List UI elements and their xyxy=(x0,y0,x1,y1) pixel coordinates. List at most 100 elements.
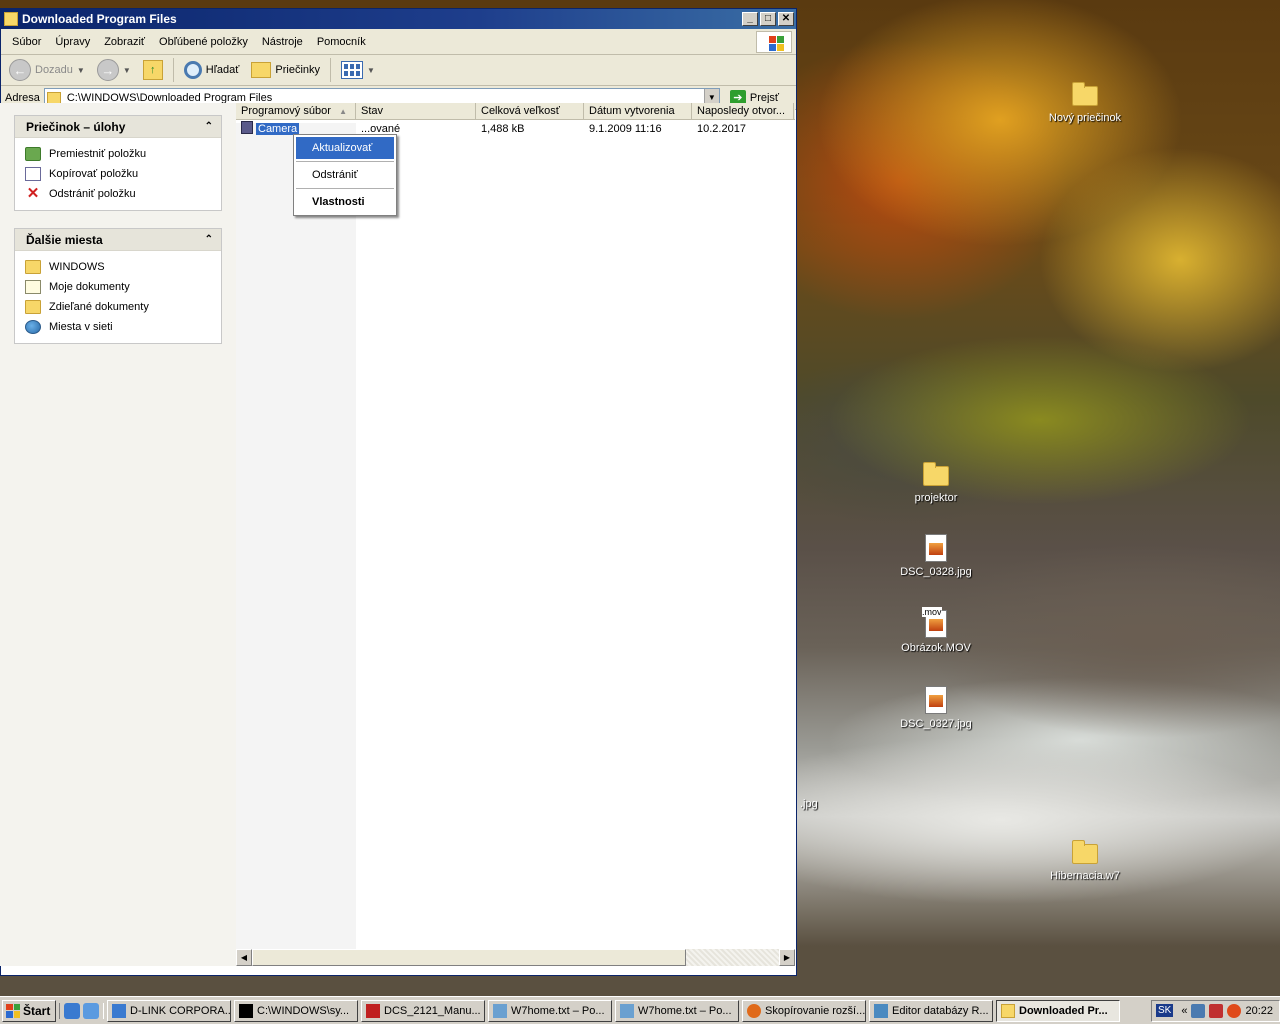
file-list[interactable]: Programový súbor ▲ Stav Celková veľkosť … xyxy=(236,103,795,966)
desktop-icon-partial-jpg[interactable]: .jpg xyxy=(800,798,820,810)
notepad-icon xyxy=(493,1003,507,1018)
language-indicator[interactable]: SK xyxy=(1156,1004,1174,1017)
taskbar-button-notepad-1[interactable]: W7home.txt – Po... xyxy=(488,999,612,1022)
folder-up-icon: ↑ xyxy=(142,60,163,80)
place-label: Zdieľané dokumenty xyxy=(49,301,149,313)
address-value: C:\WINDOWS\Downloaded Program Files xyxy=(66,91,273,104)
folders-button[interactable]: Priečinky xyxy=(247,60,324,80)
menu-tools[interactable]: Nástroje xyxy=(255,33,310,51)
desktop-icon-label: .jpg xyxy=(800,798,818,810)
context-menu-remove[interactable]: Odstrániť xyxy=(294,164,396,186)
menu-favorites[interactable]: Obľúbené položky xyxy=(152,33,255,51)
scrollbar-thumb[interactable] xyxy=(252,949,686,966)
column-last-opened[interactable]: Naposledy otvor... xyxy=(692,103,794,120)
back-button[interactable]: ← Dozadu ▼ xyxy=(5,57,89,83)
context-menu-properties[interactable]: Vlastnosti xyxy=(294,191,396,213)
desktop-icon-label: DSC_0328.jpg xyxy=(900,566,972,578)
chevron-down-icon[interactable]: ▼ xyxy=(77,66,85,75)
column-label: Naposledy otvor... xyxy=(697,105,786,117)
task-label: C:\WINDOWS\sy... xyxy=(257,1004,350,1017)
task-copy[interactable]: Kopírovať položku xyxy=(25,164,221,184)
alert-icon[interactable] xyxy=(1227,1003,1242,1018)
title-bar[interactable]: Downloaded Program Files _ □ ✕ xyxy=(1,9,796,29)
scroll-right-arrow-icon[interactable]: ▶ xyxy=(779,949,795,966)
folders-icon xyxy=(251,62,272,78)
folder-tasks-panel: Priečinok – úlohy ⌃ Premiestniť položku … xyxy=(14,115,222,211)
taskbar-button-notepad-2[interactable]: W7home.txt – Po... xyxy=(615,999,739,1022)
column-created[interactable]: Dátum vytvorenia xyxy=(584,103,692,120)
task-label: W7home.txt – Po... xyxy=(638,1004,732,1017)
collapse-chevron-icon[interactable]: ⌃ xyxy=(205,234,213,245)
desktop-icon-new-folder[interactable]: Nový priečinok xyxy=(1040,82,1130,124)
task-label: D-LINK CORPORA... xyxy=(130,1004,231,1017)
chevron-down-icon[interactable]: ▼ xyxy=(367,66,375,75)
menu-file[interactable]: Súbor xyxy=(5,33,48,51)
taskbar-button-downloaded-program-files[interactable]: Downloaded Pr... xyxy=(996,999,1120,1022)
show-desktop-icon[interactable] xyxy=(83,1002,99,1019)
column-size[interactable]: Celková veľkosť xyxy=(476,103,584,120)
desktop-icon-label: Obrázok.MOV xyxy=(901,642,971,654)
context-menu-update[interactable]: Aktualizovať xyxy=(296,137,394,159)
views-button[interactable]: ▼ xyxy=(337,59,379,81)
place-label: WINDOWS xyxy=(49,261,105,273)
cell-last-opened: 10.2.2017 xyxy=(697,123,746,135)
forward-button[interactable]: → ▼ xyxy=(93,57,135,83)
folder-icon xyxy=(1072,840,1098,864)
address-label: Adresa xyxy=(5,91,40,104)
sorted-column-background xyxy=(236,123,356,953)
folder-icon xyxy=(1001,1003,1015,1018)
task-delete[interactable]: ✕ Odstrániť položku xyxy=(25,184,221,204)
taskbar-button-regedit[interactable]: Editor databázy R... xyxy=(869,999,993,1022)
scrollbar-track[interactable] xyxy=(686,949,779,966)
security-shield-icon[interactable] xyxy=(1209,1003,1224,1018)
taskbar: Štart D-LINK CORPORA... C:\WINDOWS\sy...… xyxy=(0,996,1280,1024)
clock[interactable]: 20:22 xyxy=(1245,1005,1273,1017)
desktop-icon-dsc0328[interactable]: DSC_0328.jpg xyxy=(891,534,981,578)
search-button[interactable]: Hľadať xyxy=(180,59,244,81)
scroll-left-arrow-icon[interactable]: ◀ xyxy=(236,949,252,966)
taskbar-button-dlink[interactable]: D-LINK CORPORA... xyxy=(107,999,231,1022)
tray-expand-chevron-icon[interactable]: « xyxy=(1181,1005,1187,1017)
place-my-documents[interactable]: Moje dokumenty xyxy=(25,277,221,297)
task-label: DCS_2121_Manu... xyxy=(384,1004,481,1017)
menu-help[interactable]: Pomocník xyxy=(310,33,373,51)
place-network[interactable]: Miesta v sieti xyxy=(25,317,221,337)
network-icon[interactable] xyxy=(1191,1003,1206,1018)
column-program-file[interactable]: Programový súbor ▲ xyxy=(236,103,356,120)
place-windows[interactable]: WINDOWS xyxy=(25,257,221,277)
start-button[interactable]: Štart xyxy=(2,999,56,1022)
other-places-header[interactable]: Ďalšie miesta ⌃ xyxy=(15,229,221,251)
minimize-button[interactable]: _ xyxy=(742,12,758,26)
task-label: Premiestniť položku xyxy=(49,148,147,160)
close-button[interactable]: ✕ xyxy=(778,12,794,26)
taskbar-button-pdf[interactable]: DCS_2121_Manu... xyxy=(361,999,485,1022)
back-label: Dozadu xyxy=(35,64,73,76)
documents-icon xyxy=(25,280,41,294)
task-label: Skopírovanie rozší... xyxy=(765,1004,866,1017)
up-button[interactable]: ↑ xyxy=(139,58,167,82)
windows-flag-icon xyxy=(6,1003,20,1018)
horizontal-scrollbar[interactable]: ◀ ▶ xyxy=(236,949,795,966)
collapse-chevron-icon[interactable]: ⌃ xyxy=(205,121,213,132)
desktop-icon-dsc0327[interactable]: DSC_0327.jpg xyxy=(891,686,981,730)
column-status[interactable]: Stav xyxy=(356,103,476,120)
menu-edit[interactable]: Úpravy xyxy=(48,33,97,51)
copy-icon xyxy=(25,167,41,181)
chevron-down-icon[interactable]: ▼ xyxy=(123,66,131,75)
column-label: Dátum vytvorenia xyxy=(589,105,675,117)
place-shared-documents[interactable]: Zdieľané dokumenty xyxy=(25,297,221,317)
taskbar-button-cmd[interactable]: C:\WINDOWS\sy... xyxy=(234,999,358,1022)
desktop-icon-obrazok-mov[interactable]: .mov Obrázok.MOV xyxy=(891,607,981,654)
maximize-button[interactable]: □ xyxy=(760,12,776,26)
pdf-icon xyxy=(366,1003,380,1018)
desktop-icon-projektor[interactable]: projektor xyxy=(891,462,981,504)
folder-tasks-header[interactable]: Priečinok – úlohy ⌃ xyxy=(15,116,221,138)
taskbar-button-firefox[interactable]: Skopírovanie rozší... xyxy=(742,999,866,1022)
toolbar-separator xyxy=(330,58,332,82)
window-title: Downloaded Program Files xyxy=(22,12,177,26)
column-label: Stav xyxy=(361,105,384,117)
desktop-icon-hibernacia[interactable]: Hibernacia.w7 xyxy=(1040,840,1130,882)
internet-explorer-icon[interactable] xyxy=(64,1002,80,1019)
task-move[interactable]: Premiestniť položku xyxy=(25,144,221,164)
menu-view[interactable]: Zobraziť xyxy=(97,33,152,51)
